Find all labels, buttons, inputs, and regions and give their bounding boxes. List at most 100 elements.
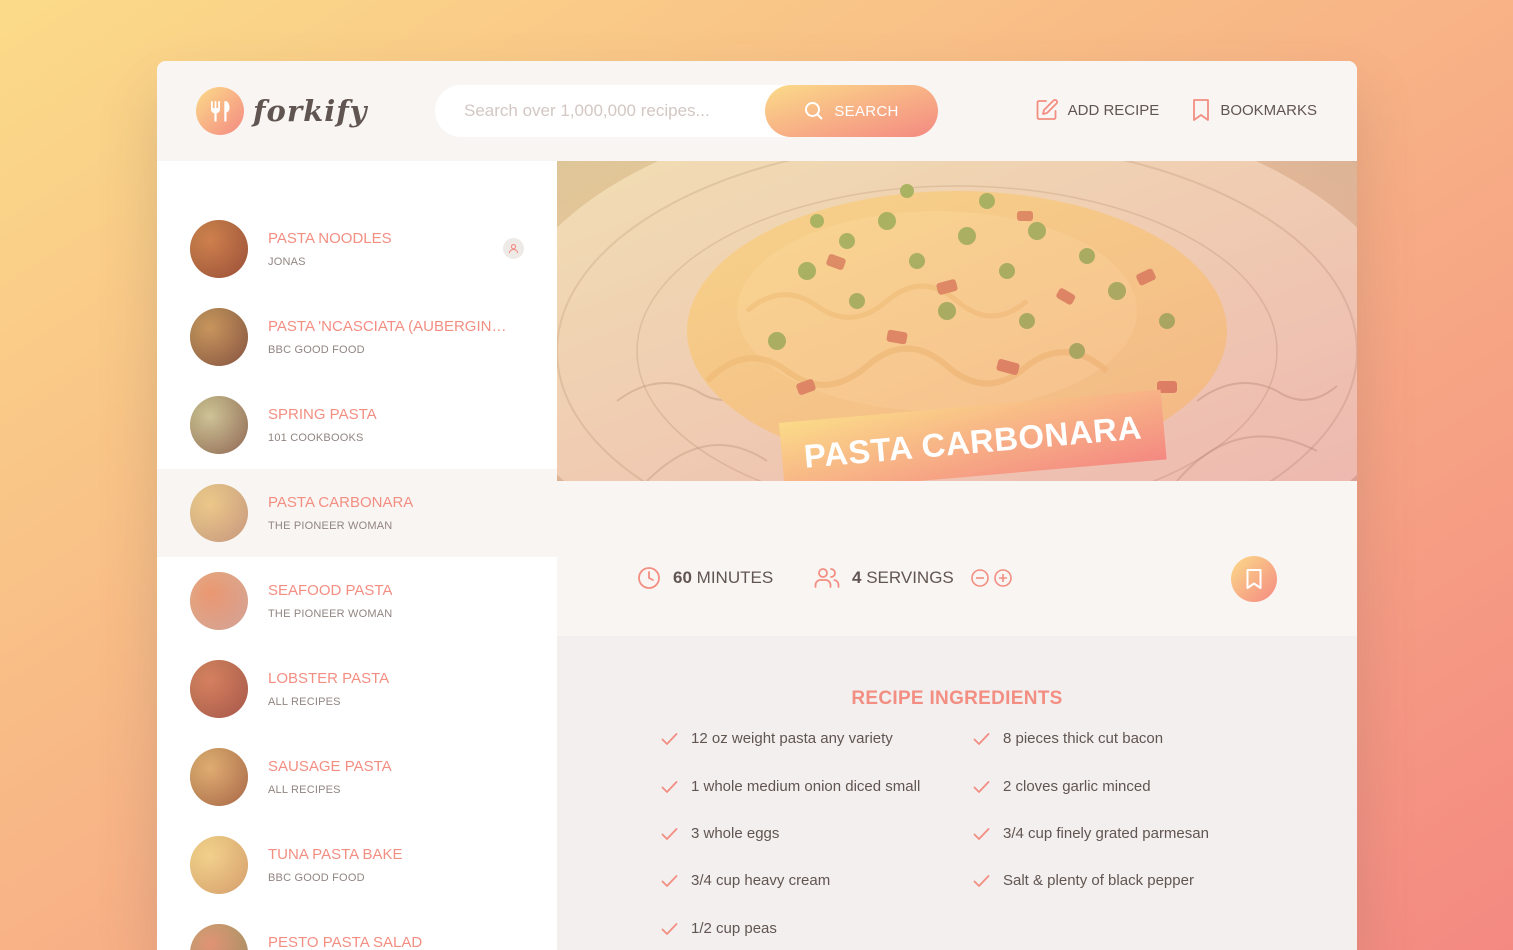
logo-text: forkify bbox=[253, 94, 368, 128]
result-title: SAUSAGE PASTA bbox=[268, 758, 392, 775]
clock-icon bbox=[638, 567, 660, 589]
ingredient-item: 3/4 cup heavy cream bbox=[661, 872, 830, 889]
result-title: SEAFOOD PASTA bbox=[268, 582, 393, 599]
result-text: PASTA NOODLES JONAS bbox=[268, 230, 392, 268]
result-thumbnail bbox=[190, 660, 248, 718]
result-item[interactable]: PASTA NOODLES JONAS bbox=[157, 205, 557, 293]
ingredient-text: 1/2 cup peas bbox=[691, 920, 777, 937]
servings-value: 4 bbox=[852, 568, 862, 587]
bookmark-icon bbox=[1246, 569, 1262, 589]
result-item[interactable]: PESTO PASTA SALADTHE PIONEER WOMAN bbox=[157, 909, 557, 950]
ingredient-text: 3/4 cup heavy cream bbox=[691, 872, 831, 889]
bookmark-icon bbox=[1193, 99, 1210, 121]
cooking-time: 60 MINUTES bbox=[637, 566, 773, 590]
ingredient-text: 3 whole eggs bbox=[691, 825, 780, 842]
result-title: PASTA 'NCASCIATA (AUBERGINE ... bbox=[268, 318, 516, 335]
edit-icon bbox=[1036, 99, 1058, 120]
result-thumbnail bbox=[190, 748, 248, 806]
ingredient-item: 1/2 cup peas bbox=[661, 920, 777, 937]
check-icon bbox=[661, 780, 678, 793]
check-icon bbox=[661, 732, 678, 745]
search-results: PASTA NOODLES JONAS PASTA 'NCASCIATA (AUBE… bbox=[157, 161, 557, 950]
result-title: LOBSTER PASTA bbox=[268, 670, 390, 687]
bookmarks-label: BOOKMARKS bbox=[1220, 101, 1317, 119]
result-thumbnail bbox=[190, 308, 248, 366]
fork-knife-icon bbox=[196, 87, 244, 135]
result-item[interactable]: LOBSTER PASTA ALL RECIPES bbox=[157, 645, 557, 733]
ingredient-text: 8 pieces thick cut bacon bbox=[1003, 730, 1164, 747]
check-icon bbox=[661, 827, 678, 840]
search-button[interactable]: SEARCH bbox=[765, 85, 938, 137]
ingredient-text: 12 oz weight pasta any variety bbox=[691, 730, 893, 747]
result-item[interactable]: PASTA CARBONARA THE PIONEER WOMAN bbox=[157, 469, 557, 557]
check-icon bbox=[661, 874, 678, 887]
bookmark-recipe-button[interactable] bbox=[1231, 556, 1277, 602]
user-icon bbox=[503, 238, 524, 259]
result-publisher: THE PIONEER WOMAN bbox=[268, 608, 393, 620]
result-item[interactable]: TUNA PASTA BAKE BBC GOOD FOOD bbox=[157, 821, 557, 909]
ingredient-item: 1 whole medium onion diced small bbox=[661, 778, 920, 795]
result-title: TUNA PASTA BAKE bbox=[268, 846, 403, 863]
result-thumbnail bbox=[190, 924, 248, 950]
ingredient-text: 1 whole medium onion diced small bbox=[691, 778, 921, 795]
result-thumbnail bbox=[190, 572, 248, 630]
result-publisher: BBC GOOD FOOD bbox=[268, 344, 365, 356]
ingredient-item: 12 oz weight pasta any variety bbox=[661, 730, 893, 747]
results-list: PASTA NOODLES JONAS PASTA 'NCASCIATA (AUBE… bbox=[157, 205, 557, 950]
result-title: PESTO PASTA SALAD bbox=[268, 934, 423, 950]
minus-circle-icon[interactable] bbox=[970, 568, 990, 588]
result-publisher: JONAS bbox=[268, 256, 306, 268]
result-text: PESTO PASTA SALADTHE PIONEER WOMAN bbox=[268, 934, 422, 950]
result-text: LOBSTER PASTA ALL RECIPES bbox=[268, 670, 389, 708]
ingredient-item: Salt & plenty of black pepper bbox=[973, 872, 1194, 889]
add-recipe-button[interactable]: ADD RECIPE bbox=[1035, 98, 1160, 122]
result-thumbnail bbox=[190, 836, 248, 894]
result-text: SAUSAGE PASTA ALL RECIPES bbox=[268, 758, 392, 796]
logo[interactable]: forkify bbox=[196, 87, 368, 135]
result-title: PASTA CARBONARA bbox=[268, 494, 414, 511]
search-icon bbox=[805, 102, 824, 120]
result-publisher: ALL RECIPES bbox=[268, 784, 341, 796]
cooking-time-value: 60 bbox=[673, 568, 692, 587]
result-text: PASTA CARBONARA THE PIONEER WOMAN bbox=[268, 494, 413, 532]
check-icon bbox=[661, 922, 678, 935]
result-text: TUNA PASTA BAKE BBC GOOD FOOD bbox=[268, 846, 403, 884]
ingredient-item: 2 cloves garlic minced bbox=[973, 778, 1151, 795]
plus-circle-icon[interactable] bbox=[993, 568, 1013, 588]
recipe-ingredients: RECIPE INGREDIENTS 12 oz weight pasta an… bbox=[557, 636, 1357, 950]
main-nav: ADD RECIPE BOOKMARKS bbox=[1035, 98, 1317, 122]
check-icon bbox=[973, 874, 990, 887]
result-item[interactable]: PASTA 'NCASCIATA (AUBERGINE ... BBC GOOD … bbox=[157, 293, 557, 381]
ingredient-item: 8 pieces thick cut bacon bbox=[973, 730, 1163, 747]
header: forkify SEARCH ADD RECIPE bbox=[157, 61, 1357, 161]
search-input[interactable] bbox=[464, 85, 754, 137]
add-recipe-label: ADD RECIPE bbox=[1067, 101, 1160, 119]
result-item[interactable]: SAUSAGE PASTA ALL RECIPES bbox=[157, 733, 557, 821]
result-text: PASTA 'NCASCIATA (AUBERGINE ... BBC GOOD … bbox=[268, 318, 516, 356]
result-text: SEAFOOD PASTA THE PIONEER WOMAN bbox=[268, 582, 392, 620]
result-text: SPRING PASTA 101 COOKBOOKS bbox=[268, 406, 377, 444]
result-publisher: ALL RECIPES bbox=[268, 696, 341, 708]
check-icon bbox=[973, 827, 990, 840]
check-icon bbox=[973, 732, 990, 745]
ingredient-text: Salt & plenty of black pepper bbox=[1003, 872, 1194, 889]
result-title: PASTA NOODLES bbox=[268, 230, 392, 247]
check-icon bbox=[973, 780, 990, 793]
result-item[interactable]: SEAFOOD PASTA THE PIONEER WOMAN bbox=[157, 557, 557, 645]
result-publisher: 101 COOKBOOKS bbox=[268, 432, 364, 444]
ingredient-item: 3/4 cup finely grated parmesan bbox=[973, 825, 1209, 842]
cooking-time-unit: MINUTES bbox=[696, 568, 774, 587]
result-publisher: BBC GOOD FOOD bbox=[268, 872, 365, 884]
result-thumbnail bbox=[190, 484, 248, 542]
result-publisher: THE PIONEER WOMAN bbox=[268, 520, 393, 532]
search-button-label: SEARCH bbox=[834, 102, 899, 120]
bookmarks-button[interactable]: BOOKMARKS bbox=[1191, 98, 1317, 122]
recipe-view: PASTA CARBONARA 60 MINUTES 4 SERVINGS RE… bbox=[557, 161, 1357, 950]
servings-unit: SERVINGS bbox=[866, 568, 954, 587]
result-thumbnail bbox=[190, 220, 248, 278]
result-item[interactable]: SPRING PASTA 101 COOKBOOKS bbox=[157, 381, 557, 469]
ingredients-heading: RECIPE INGREDIENTS bbox=[851, 688, 1063, 709]
recipe-details: 60 MINUTES 4 SERVINGS bbox=[557, 481, 1357, 636]
result-thumbnail bbox=[190, 396, 248, 454]
app-container: forkify SEARCH ADD RECIPE bbox=[157, 61, 1357, 950]
